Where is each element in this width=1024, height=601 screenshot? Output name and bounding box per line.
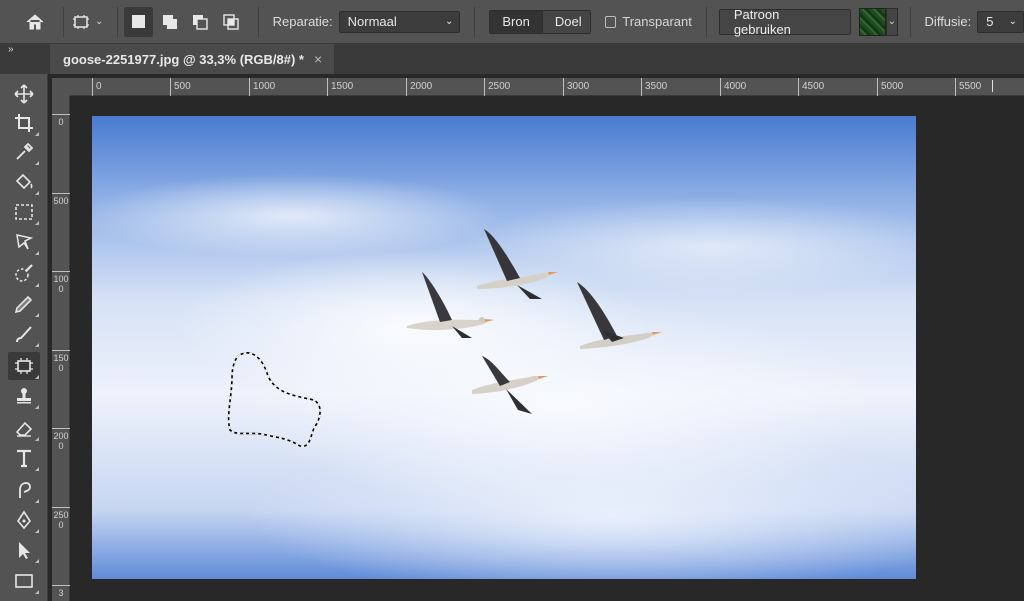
panel-collapse-icon[interactable]: » xyxy=(8,44,14,55)
ruler-tick-h: 1500 xyxy=(327,78,353,96)
ruler-tick-v: 1500 xyxy=(52,350,70,373)
eyedropper-tool[interactable] xyxy=(8,138,40,166)
ruler-cursor-marker xyxy=(992,80,993,92)
ruler-tick-h: 3000 xyxy=(563,78,589,96)
patroon-gebruiken-button[interactable]: Patroon gebruiken xyxy=(718,7,851,37)
patch-selection-outline xyxy=(227,352,321,448)
chevron-down-icon[interactable]: ⌄ xyxy=(95,16,103,27)
reparatie-label: Reparatie: xyxy=(272,14,333,29)
type-tool[interactable] xyxy=(8,444,40,472)
crop-tool[interactable] xyxy=(8,109,40,137)
pattern-swatch[interactable] xyxy=(858,7,886,36)
path-selection-tool[interactable] xyxy=(8,536,40,564)
home-icon[interactable] xyxy=(22,8,49,36)
pen-tool[interactable] xyxy=(8,506,40,534)
chevron-down-icon: ⌄ xyxy=(445,16,454,27)
ruler-tick-v: 3 xyxy=(52,585,70,598)
ruler-tick-h: 500 xyxy=(170,78,191,96)
patch-selection-ants xyxy=(227,352,321,448)
lasso-tool[interactable] xyxy=(8,228,40,256)
ruler-tick-h: 3500 xyxy=(641,78,667,96)
diffusie-select[interactable]: 5 ⌄ xyxy=(977,10,1024,33)
diffusie-value: 5 xyxy=(986,14,994,29)
chevron-down-icon[interactable]: ⌄ xyxy=(885,7,898,36)
ruler-tick-v: 0 xyxy=(52,114,70,127)
tools-panel xyxy=(0,74,48,601)
canvas-content xyxy=(227,229,662,448)
ruler-tick-h: 4000 xyxy=(720,78,746,96)
move-tool[interactable] xyxy=(8,80,40,108)
reparatie-select[interactable]: Normaal ⌄ xyxy=(338,10,461,33)
document-canvas[interactable] xyxy=(92,116,916,579)
new-selection-button[interactable] xyxy=(124,6,154,37)
document-tab[interactable]: goose-2251977.jpg @ 33,3% (RGB/8#) * × xyxy=(50,44,334,74)
chevron-down-icon: ⌄ xyxy=(1008,16,1018,27)
intersect-selection-button[interactable] xyxy=(217,7,246,37)
marquee-tool[interactable] xyxy=(8,198,40,226)
source-destination-toggle: Bron Doel xyxy=(489,9,591,34)
subtract-from-selection-button[interactable] xyxy=(186,7,215,37)
ruler-tick-h: 5000 xyxy=(877,78,903,96)
ruler-tick-h: 2000 xyxy=(406,78,432,96)
diffusie-label: Diffusie: xyxy=(924,14,972,29)
patch-preset-icon[interactable] xyxy=(70,8,93,36)
ruler-tick-h: 2500 xyxy=(484,78,510,96)
doel-button[interactable]: Doel xyxy=(541,10,590,33)
goose xyxy=(577,282,662,349)
smudge-tool[interactable] xyxy=(8,476,40,504)
ruler-tick-h: 1000 xyxy=(249,78,275,96)
bron-button[interactable]: Bron xyxy=(490,10,542,33)
goose xyxy=(477,229,558,299)
rectangle-tool[interactable] xyxy=(8,567,40,595)
ruler-tick-h: 0 xyxy=(92,78,102,96)
options-bar: ⌄ Reparatie: Normaal ⌄ Bron Doel Transpa… xyxy=(0,0,1024,44)
patch-tool[interactable] xyxy=(8,352,40,380)
reparatie-value: Normaal xyxy=(347,14,397,29)
ruler-tick-h: 4500 xyxy=(798,78,824,96)
ruler-tick-v: 2500 xyxy=(52,507,70,530)
transparant-checkbox[interactable] xyxy=(604,15,617,28)
ruler-tick-v: 1000 xyxy=(52,271,70,294)
paint-bucket-tool[interactable] xyxy=(8,168,40,196)
ruler-tick-h: 5500 xyxy=(955,78,981,96)
healing-brush-tool[interactable] xyxy=(8,290,40,318)
ruler-corner xyxy=(52,78,70,96)
ruler-tick-v: 500 xyxy=(52,193,70,206)
eraser-tool[interactable] xyxy=(8,414,40,442)
ruler-tick-v: 2000 xyxy=(52,428,70,451)
brush-tool[interactable] xyxy=(8,320,40,348)
vertical-ruler: 0 500 1000 1500 2000 2500 3 xyxy=(52,96,70,601)
add-to-selection-button[interactable] xyxy=(155,7,184,37)
document-tab-bar: » goose-2251977.jpg @ 33,3% (RGB/8#) * × xyxy=(0,44,1024,74)
horizontal-ruler: 0 500 1000 1500 2000 2500 3000 3500 4000… xyxy=(70,78,1024,96)
close-icon[interactable]: × xyxy=(314,51,322,67)
transparant-label: Transparant xyxy=(622,14,692,29)
goose xyxy=(407,272,494,338)
quick-selection-tool[interactable] xyxy=(8,260,40,288)
document-tab-title: goose-2251977.jpg @ 33,3% (RGB/8#) * xyxy=(63,51,304,67)
goose xyxy=(472,356,548,414)
clone-stamp-tool[interactable] xyxy=(8,382,40,410)
